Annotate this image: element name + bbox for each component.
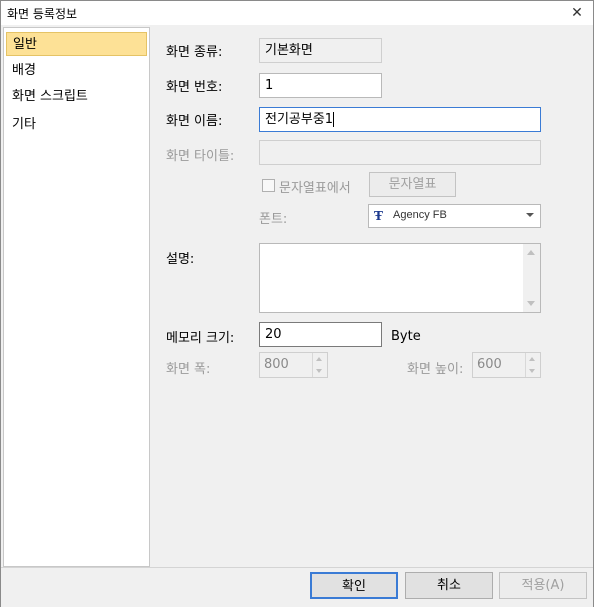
string-table-button: 문자열표 [369, 172, 456, 197]
screen-height-value: 600 [477, 357, 502, 372]
screen-number-field[interactable]: 1 [259, 73, 382, 98]
description-label: 설명: [166, 252, 195, 267]
screen-width-spin-buttons [312, 353, 327, 377]
screen-width-value: 800 [264, 357, 289, 372]
screen-type-field: 기본화면 [259, 38, 382, 63]
sidebar-item-screen-script[interactable]: 화면 스크립트 [6, 85, 147, 109]
memory-size-field[interactable]: 20 [259, 322, 382, 347]
screen-width-spinner: 800 [259, 352, 328, 378]
screen-title-label: 화면 타이틀: [166, 149, 235, 164]
description-textarea[interactable] [259, 243, 541, 313]
spin-up-icon [529, 357, 535, 361]
screen-height-label: 화면 높이: [407, 362, 464, 377]
sidebar-item-background[interactable]: 배경 [6, 59, 147, 83]
category-list: 일반 배경 화면 스크립트 기타 [3, 27, 150, 567]
dialog-button-bar: 확인 취소 적용(A) [1, 567, 593, 607]
spin-down-icon [529, 369, 535, 373]
sidebar-item-general[interactable]: 일반 [6, 32, 147, 56]
memory-unit: Byte [391, 329, 421, 344]
spin-down-icon [316, 369, 322, 373]
screen-height-spinner: 600 [472, 352, 541, 378]
memory-size-label: 메모리 크기: [166, 331, 235, 346]
string-table-checkbox[interactable] [262, 179, 275, 192]
screen-number-label: 화면 번호: [166, 80, 223, 95]
font-value: Agency FB [393, 209, 447, 221]
close-icon[interactable]: ✕ [567, 3, 587, 23]
sidebar-item-etc[interactable]: 기타 [6, 113, 147, 137]
font-label: 폰트: [259, 212, 288, 227]
truetype-icon: Ŧ [374, 209, 383, 223]
scroll-up-icon[interactable] [527, 250, 535, 255]
screen-width-label: 화면 폭: [166, 362, 211, 377]
description-scrollbar[interactable] [523, 244, 540, 312]
screen-type-label: 화면 종류: [166, 45, 223, 60]
font-select[interactable]: Ŧ Agency FB [368, 204, 541, 228]
screen-name-value: 전기공부중1 [265, 112, 334, 127]
ok-button[interactable]: 확인 [310, 572, 398, 599]
screen-name-label: 화면 이름: [166, 114, 223, 129]
general-panel: 화면 종류: 기본화면 화면 번호: 1 화면 이름: 전기공부중1 화면 타이… [151, 27, 591, 565]
cancel-button[interactable]: 취소 [405, 572, 493, 599]
screen-height-spin-buttons [525, 353, 540, 377]
title-bar: 화면 등록정보 ✕ [1, 1, 593, 25]
window-title: 화면 등록정보 [7, 7, 78, 21]
chevron-down-icon[interactable] [526, 213, 534, 217]
scroll-down-icon[interactable] [527, 301, 535, 306]
string-table-checkbox-label: 문자열표에서 [279, 181, 351, 196]
text-caret [333, 112, 335, 127]
screen-title-field [259, 140, 541, 165]
spin-up-icon [316, 357, 322, 361]
screen-name-field[interactable]: 전기공부중1 [259, 107, 541, 132]
apply-button: 적용(A) [499, 572, 587, 599]
dialog-window: 화면 등록정보 ✕ 일반 배경 화면 스크립트 기타 화면 종류: 기본화면 화… [0, 0, 594, 607]
